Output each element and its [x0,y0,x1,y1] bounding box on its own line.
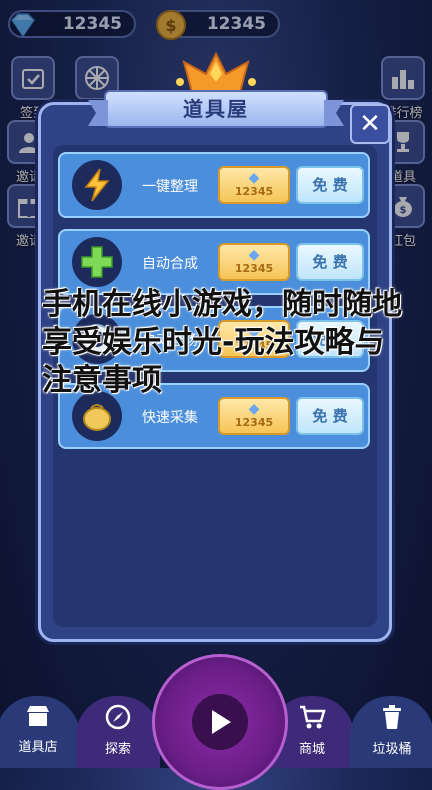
shop-item: 一键整理 ◆ 12345 免 费 [58,152,370,218]
overlay-caption: 手机在线小游戏，随时随地享受娱乐时光-玩法攻略与注意事项 [42,287,402,398]
item-name: 自动合成 [142,256,198,272]
free-button[interactable]: 免 费 [296,243,364,281]
nav-label: 道具店 [18,740,58,755]
free-button[interactable]: 免 费 [296,397,364,435]
play-icon [192,694,248,750]
diamond-icon: ◆ [248,247,260,263]
item-name: 快速采集 [142,410,198,426]
item-price: 12345 [234,262,274,275]
explore-icon [76,704,160,736]
buy-with-gems-button[interactable]: ◆ 12345 [218,397,290,435]
trash-icon [350,704,432,736]
nav-item-trash[interactable]: 垃圾桶 [350,696,432,768]
buy-with-gems-button[interactable]: ◆ 12345 [218,243,290,281]
item-price: 12345 [234,416,274,429]
lightning-icon [72,160,122,210]
play-button[interactable] [152,654,288,790]
dialog-title: 道具屋 [104,90,328,128]
nav-label: 探索 [104,742,131,757]
item-name: 一键整理 [142,179,198,195]
nav-label: 垃圾桶 [372,742,412,757]
diamond-icon: ◆ [248,401,260,417]
free-button[interactable]: 免 费 [296,166,364,204]
close-button[interactable]: ✕ [350,104,390,144]
close-icon: ✕ [359,109,381,139]
item-price: 12345 [234,185,274,198]
plus-icon [72,237,122,287]
nav-item-explore[interactable]: 探索 [76,696,160,768]
nav-item-prop-shop[interactable]: 道具店 [0,696,80,768]
diamond-icon: ◆ [248,170,260,186]
shop-icon [0,704,80,734]
buy-with-gems-button[interactable]: ◆ 12345 [218,166,290,204]
